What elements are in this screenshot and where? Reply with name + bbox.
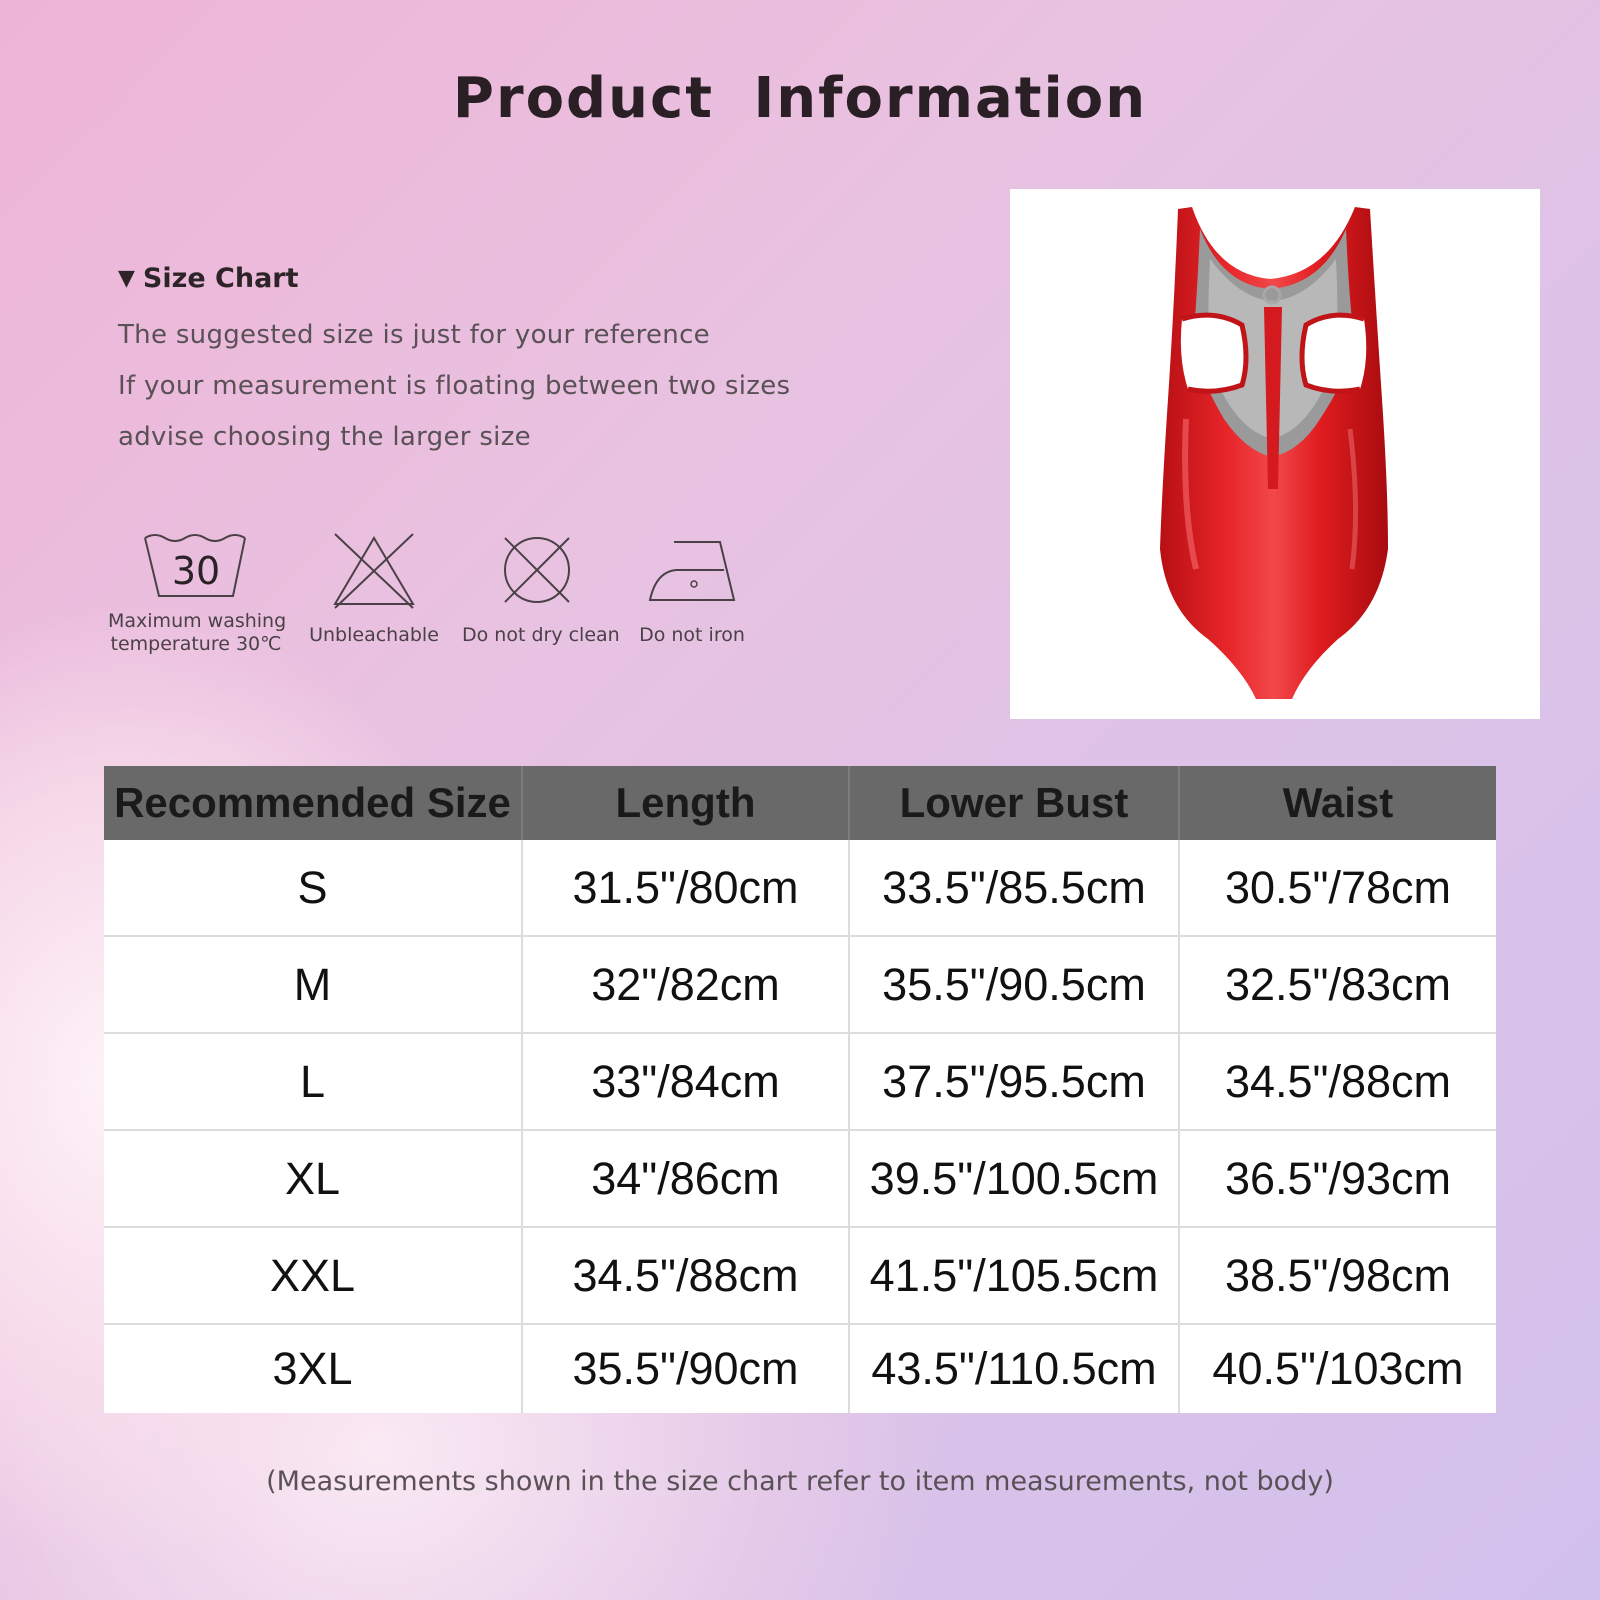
cell-waist: 34.5"/88cm — [1179, 1033, 1496, 1131]
wash-30-icon: 30 — [144, 534, 246, 597]
cell-lower-bust: 35.5"/90.5cm — [849, 936, 1180, 1034]
header-recommended-size: Recommended Size — [104, 766, 523, 840]
red-bodysuit-image — [1160, 207, 1388, 699]
cell-length: 34.5"/88cm — [522, 1227, 850, 1325]
size-chart-heading: ▼ Size Chart — [118, 263, 299, 294]
cell-size: 3XL — [104, 1324, 523, 1413]
size-note-2: If your measurement is floating between … — [118, 371, 791, 401]
header-lower-bust: Lower Bust — [849, 766, 1180, 840]
cell-lower-bust: 41.5"/105.5cm — [849, 1227, 1180, 1325]
care-item-dry-clean: Do not dry clean — [462, 530, 620, 647]
cell-waist: 40.5"/103cm — [1179, 1324, 1496, 1413]
care-label-dry-clean: Do not dry clean — [462, 624, 620, 646]
cell-length: 31.5"/80cm — [522, 840, 850, 937]
size-note-3: advise choosing the larger size — [118, 422, 531, 452]
page-title: Product Information — [452, 66, 1148, 131]
care-label-wash-1: Maximum washing — [108, 610, 287, 632]
no-bleach-icon — [333, 533, 415, 609]
cell-waist: 36.5"/93cm — [1179, 1130, 1496, 1228]
cell-length: 34"/86cm — [522, 1130, 850, 1228]
table-row: 3XL 35.5"/90cm 43.5"/110.5cm 40.5"/103cm — [104, 1324, 1496, 1413]
cell-length: 32"/82cm — [522, 936, 850, 1034]
iron-icon — [648, 541, 736, 601]
care-label-bleach: Unbleachable — [309, 624, 439, 646]
size-table: Recommended Size Length Lower Bust Waist… — [104, 766, 1496, 1413]
cell-waist: 32.5"/83cm — [1179, 936, 1496, 1034]
no-dry-clean-icon — [504, 537, 570, 603]
table-row: M 32"/82cm 35.5"/90.5cm 32.5"/83cm — [104, 936, 1496, 1034]
care-label-iron: Do not iron — [639, 624, 745, 646]
table-row: XXL 34.5"/88cm 41.5"/105.5cm 38.5"/98cm — [104, 1227, 1496, 1325]
care-item-wash: 30 Maximum washing temperature 30℃ — [108, 530, 287, 656]
cell-size: XXL — [104, 1227, 523, 1325]
care-label-wash-2: temperature 30℃ — [110, 633, 282, 655]
cell-lower-bust: 43.5"/110.5cm — [849, 1324, 1180, 1413]
cell-lower-bust: 37.5"/95.5cm — [849, 1033, 1180, 1131]
header-waist: Waist — [1179, 766, 1496, 840]
cell-size: S — [104, 840, 523, 937]
size-note-1: The suggested size is just for your refe… — [118, 320, 710, 350]
size-chart-heading-text: Size Chart — [142, 263, 299, 294]
table-row: S 31.5"/80cm 33.5"/85.5cm 30.5"/78cm — [104, 840, 1496, 937]
measurement-footnote: (Measurements shown in the size chart re… — [266, 1466, 1334, 1497]
cell-length: 33"/84cm — [522, 1033, 850, 1131]
care-item-iron: Do not iron — [630, 530, 754, 647]
cell-waist: 30.5"/78cm — [1179, 840, 1496, 937]
cell-size: M — [104, 936, 523, 1034]
cell-length: 35.5"/90cm — [522, 1324, 850, 1413]
triangle-down-icon: ▼ — [118, 266, 135, 291]
cell-size: XL — [104, 1130, 523, 1228]
cell-lower-bust: 39.5"/100.5cm — [849, 1130, 1180, 1228]
table-header-row: Recommended Size Length Lower Bust Waist — [104, 766, 1496, 840]
cell-waist: 38.5"/98cm — [1179, 1227, 1496, 1325]
header-length: Length — [522, 766, 850, 840]
product-image — [1010, 189, 1540, 719]
cell-lower-bust: 33.5"/85.5cm — [849, 840, 1180, 937]
cell-size: L — [104, 1033, 523, 1131]
table-row: XL 34"/86cm 39.5"/100.5cm 36.5"/93cm — [104, 1130, 1496, 1228]
care-item-bleach: Unbleachable — [306, 530, 442, 647]
wash-temp-text: 30 — [172, 549, 220, 593]
table-row: L 33"/84cm 37.5"/95.5cm 34.5"/88cm — [104, 1033, 1496, 1131]
